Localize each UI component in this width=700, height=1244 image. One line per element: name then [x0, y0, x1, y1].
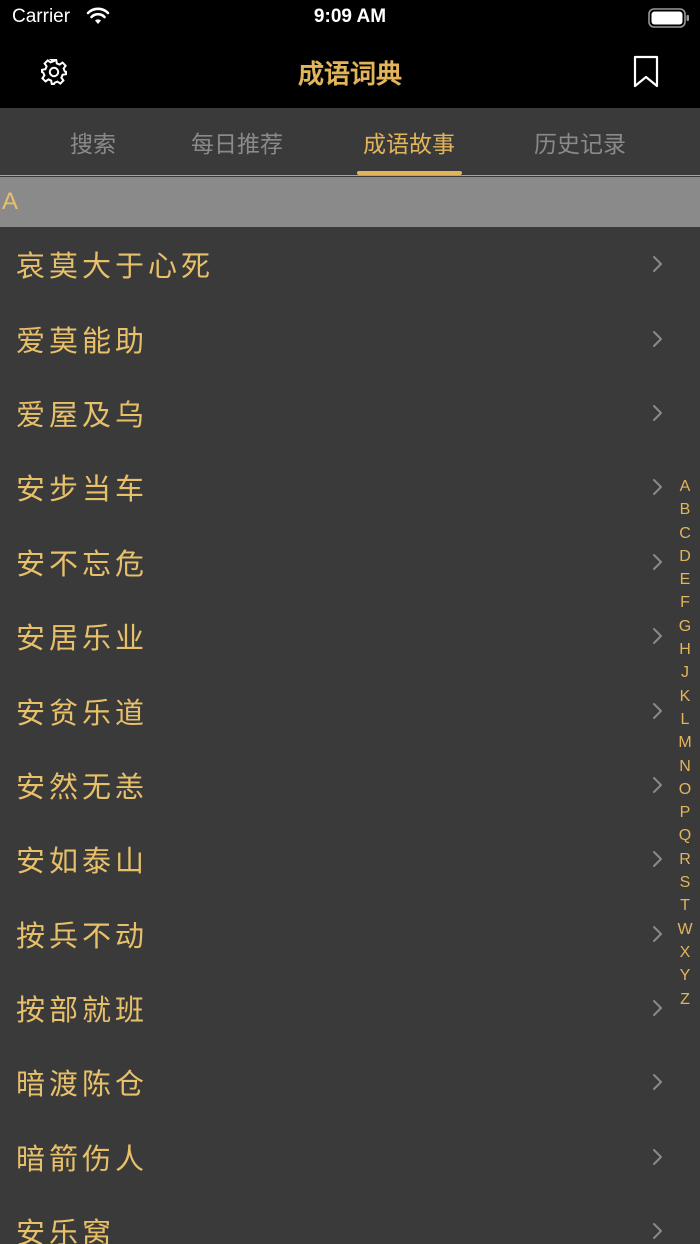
list-item-label: 爱莫能助 [16, 323, 149, 358]
chevron-right-icon [653, 256, 662, 273]
list-item[interactable]: 暗箭伤人 [0, 1120, 700, 1194]
index-letter[interactable]: W [674, 918, 696, 941]
list-item-label: 哀莫大于心死 [16, 249, 215, 284]
list-item-label: 安如泰山 [16, 844, 149, 879]
list-item[interactable]: 安然无恙 [0, 748, 700, 822]
list-item[interactable]: 爱莫能助 [0, 301, 700, 375]
list-item[interactable]: 爱屋及乌 [0, 376, 700, 450]
tab-search[interactable]: 搜索 [38, 108, 148, 176]
list-item-label: 暗箭伤人 [16, 1141, 149, 1176]
clock-label: 9:09 AM [313, 6, 387, 27]
bookmark-icon [633, 55, 659, 88]
index-letter[interactable]: C [674, 522, 696, 545]
tab-history[interactable]: 历史记录 [515, 108, 645, 176]
index-letter[interactable]: J [674, 661, 696, 684]
list-item-label: 爱屋及乌 [16, 397, 149, 432]
chevron-right-icon [653, 330, 662, 347]
battery-icon [648, 8, 689, 28]
index-letter[interactable]: P [674, 801, 696, 824]
list-item[interactable]: 按兵不动 [0, 897, 700, 971]
chevron-right-icon [653, 479, 662, 496]
list-item-label: 安居乐业 [16, 621, 149, 656]
index-letter[interactable]: N [674, 755, 696, 778]
list-item-label: 安步当车 [16, 472, 149, 507]
active-tab-indicator [357, 171, 462, 175]
section-header: A [0, 177, 700, 227]
index-letter[interactable]: A [674, 475, 696, 498]
index-letter[interactable]: G [674, 615, 696, 638]
index-letter[interactable]: S [674, 871, 696, 894]
list-item-label: 按兵不动 [16, 918, 149, 953]
index-letter[interactable]: M [674, 731, 696, 754]
list-item[interactable]: 安乐窝 [0, 1194, 700, 1244]
tab-idiom-stories[interactable]: 成语故事 [344, 108, 474, 176]
chevron-right-icon [653, 1223, 662, 1240]
list-item-label: 暗渡陈仓 [16, 1067, 149, 1102]
bookmark-button[interactable] [628, 52, 664, 92]
list-item-label: 安然无恙 [16, 769, 149, 804]
chevron-right-icon [653, 553, 662, 570]
index-letter[interactable]: E [674, 568, 696, 591]
list-item-label: 安不忘危 [16, 546, 149, 581]
index-letter[interactable]: T [674, 894, 696, 917]
list-item-label: 按部就班 [16, 993, 149, 1028]
chevron-right-icon [653, 404, 662, 421]
idiom-list: 哀莫大于心死 爱莫能助爱屋及乌安步当车安不忘危安居乐业安贫乐道安然无恙安如泰山按兵… [0, 227, 700, 1244]
index-letter[interactable]: B [674, 498, 696, 521]
list-item[interactable]: 暗渡陈仓 [0, 1045, 700, 1119]
list-item[interactable]: 安居乐业 [0, 599, 700, 673]
chevron-right-icon [653, 702, 662, 719]
index-letter[interactable]: Y [674, 964, 696, 987]
tab-bar: 搜索 每日推荐 成语故事 历史记录 [0, 108, 700, 176]
index-letter[interactable]: D [674, 545, 696, 568]
list-item[interactable]: 安贫乐道 [0, 673, 700, 747]
chevron-right-icon [653, 628, 662, 645]
index-letter[interactable]: O [674, 778, 696, 801]
status-bar: Carrier 9:09 AM [0, 0, 700, 36]
list-item[interactable]: 安如泰山 [0, 822, 700, 896]
index-letter[interactable]: R [674, 848, 696, 871]
chevron-right-icon [653, 1074, 662, 1091]
chevron-right-icon [653, 1000, 662, 1017]
list-item[interactable]: 安不忘危 [0, 525, 700, 599]
index-letter[interactable]: Z [674, 988, 696, 1011]
chevron-right-icon [653, 925, 662, 942]
index-letter[interactable]: H [674, 638, 696, 661]
list-item[interactable]: 安步当车 [0, 450, 700, 524]
chevron-right-icon [653, 851, 662, 868]
index-letter[interactable]: K [674, 685, 696, 708]
list-item[interactable]: 按部就班 [0, 971, 700, 1045]
list-item-label: 安贫乐道 [16, 695, 149, 730]
tab-daily-recommend[interactable]: 每日推荐 [172, 108, 302, 176]
index-letter[interactable]: X [674, 941, 696, 964]
alphabet-index[interactable]: ABCDEFGHJKLMNOPQRSTWXYZ [674, 475, 696, 1011]
index-letter[interactable]: Q [674, 824, 696, 847]
list-item-label: 安乐窝 [16, 1216, 116, 1244]
chevron-right-icon [653, 1148, 662, 1165]
index-letter[interactable]: L [674, 708, 696, 731]
page-title: 成语词典 [297, 60, 402, 90]
chevron-right-icon [653, 776, 662, 793]
list-item[interactable]: 哀莫大于心死 [0, 227, 700, 301]
index-letter[interactable]: F [674, 591, 696, 614]
navigation-bar: 成语词典 [0, 36, 700, 108]
